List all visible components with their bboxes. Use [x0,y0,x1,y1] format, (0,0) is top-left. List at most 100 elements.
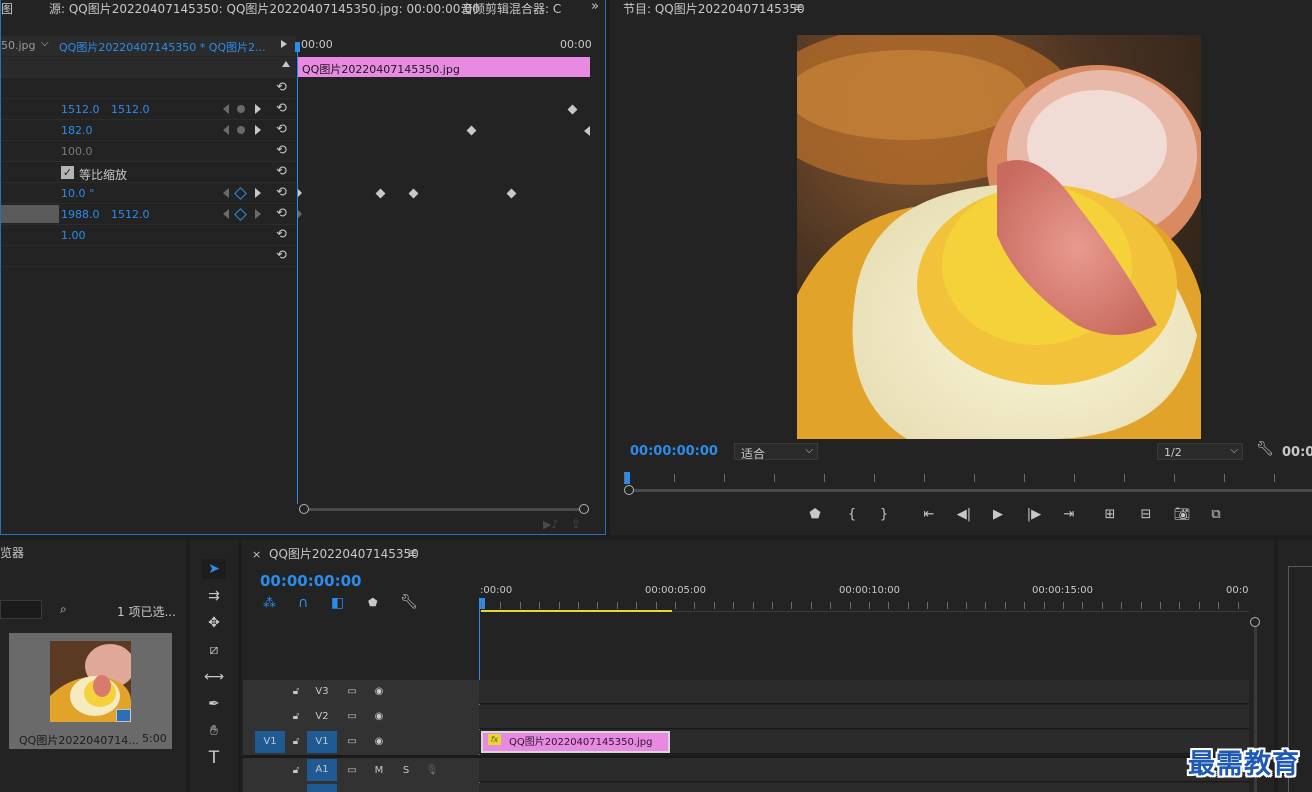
add-keyframe-icon[interactable] [237,105,245,113]
next-keyframe-icon[interactable] [255,104,261,114]
type-tool-icon[interactable]: T [202,748,226,768]
linked-selection-icon[interactable]: ◧ [331,595,344,611]
keyframe-active-icon[interactable] [234,187,247,200]
program-title[interactable]: 节目: QQ图片20220407145350 [623,0,805,16]
mark-out-icon[interactable]: } [874,508,894,522]
toggle-sync-icon[interactable]: ▭ [344,761,360,781]
program-timecode[interactable]: 00:00:00:00 [630,444,718,459]
ripple-edit-tool-icon[interactable]: ✥ [202,613,226,633]
source-patch-v1[interactable]: V1 [255,731,285,753]
keyframe-marker[interactable] [567,104,578,115]
snap-icon[interactable]: ∩ [298,595,308,611]
comparison-view-icon[interactable]: ⧉ [1206,508,1226,522]
position-x-value[interactable]: 1512.0 [61,103,100,116]
lock-icon[interactable]: 🔓︎ [289,761,303,781]
next-keyframe-icon[interactable] [255,209,261,219]
next-keyframe-icon[interactable] [255,125,261,135]
program-ruler[interactable] [624,473,1312,485]
solo-button[interactable]: S [399,761,413,781]
reset-icon[interactable]: ⟲ [276,123,287,136]
uniform-scale-checkbox[interactable]: ✓ [61,166,74,179]
add-marker-icon[interactable]: ⬟ [368,596,378,609]
more-panels-icon[interactable]: » [591,0,599,14]
ec-timeline-ruler[interactable] [297,36,591,56]
export-frame-icon[interactable]: 📷︎ [1172,508,1192,522]
mute-button[interactable]: M [372,761,386,781]
program-zoom-scrollbar[interactable] [630,489,1312,492]
program-zoom-handle[interactable] [624,485,634,495]
timeline-settings-icon[interactable]: 🔧︎ [400,594,418,610]
anchor-y-value[interactable]: 1512.0 [111,208,150,221]
step-forward-icon[interactable]: |▶ [1024,508,1044,522]
reset-icon[interactable]: ⟲ [276,102,287,115]
tab-audio-mixer[interactable]: 音频剪辑混合器: C [461,0,569,16]
mark-in-icon[interactable]: { [842,508,862,522]
close-sequence-icon[interactable]: × [252,548,261,561]
track-a1-label[interactable]: A1 [307,759,337,781]
rotation-value[interactable]: 10.0 ° [61,187,95,200]
keyframe-marker[interactable] [375,188,386,199]
sequence-tab[interactable]: QQ图片20220407145350 [269,545,419,561]
track-v3-label[interactable]: V3 [309,682,335,702]
prev-keyframe-icon[interactable] [223,209,229,219]
panel-menu-icon[interactable]: ≡ [407,546,417,560]
find-icon[interactable]: ⌕ [60,602,67,617]
project-title[interactable]: 览器 [0,544,24,560]
ec-zoom-handle-left[interactable] [299,504,309,514]
track-v2-label[interactable]: V2 [309,707,335,727]
timeline-playhead-handle[interactable] [479,598,485,609]
play-icon[interactable]: ▶ [988,508,1008,522]
keyframe-offscreen-marker[interactable] [584,126,590,136]
track-v1-label[interactable]: V1 [307,731,337,753]
position-y-value[interactable]: 1512.0 [111,103,150,116]
scale-value[interactable]: 182.0 [61,124,93,137]
microphone-icon[interactable]: 🎙︎ [425,761,439,781]
pen-tool-icon[interactable]: ✒ [202,694,226,714]
prev-keyframe-icon[interactable] [223,188,229,198]
play-triangle-icon[interactable] [281,40,287,48]
flicker-value[interactable]: 1.00 [61,229,86,242]
add-marker-icon[interactable]: ⬟ [805,508,825,522]
eye-icon[interactable]: ◉ [371,707,387,727]
reset-icon[interactable]: ⟲ [276,249,287,262]
extract-icon[interactable]: ⊟ [1136,508,1156,522]
video-frame[interactable] [797,35,1201,439]
resolution-select[interactable]: 1/2 ⌵ [1157,443,1243,460]
panel-menu-icon[interactable]: ≡ [793,0,803,14]
reset-icon[interactable]: ⟲ [276,186,287,199]
eye-icon[interactable]: ◉ [371,682,387,702]
sequence-clip-selector[interactable]: QQ图片20220407145350 * QQ图片2... [59,39,269,55]
keyframe-edge-marker[interactable] [298,189,302,197]
go-to-in-icon[interactable]: ⇤ [919,508,939,522]
keyframe-marker[interactable] [466,125,477,136]
prev-keyframe-icon[interactable] [223,104,229,114]
ec-playhead-handle[interactable] [295,42,300,52]
tab-stub-left[interactable]: 图 [1,0,13,16]
go-to-out-icon[interactable]: ⇥ [1059,508,1079,522]
track-select-tool-icon[interactable]: ⇉ [202,586,226,606]
ec-zoom-scrollbar[interactable] [304,508,584,511]
slip-tool-icon[interactable]: ⟷ [202,667,226,687]
timeline-timecode[interactable]: 00:00:00:00 [260,572,362,590]
prev-keyframe-icon[interactable] [223,125,229,135]
reset-icon[interactable]: ⟲ [276,81,287,94]
selection-tool-icon[interactable]: ➤ [202,559,226,579]
fit-select[interactable]: 适合 ⌵ [734,443,818,461]
reset-icon[interactable]: ⟲ [276,144,287,157]
keyframe-edge-marker[interactable] [298,210,302,218]
tab-source[interactable]: 源: QQ图片20220407145350: QQ图片2022040714535… [49,0,480,16]
next-keyframe-icon[interactable] [255,188,261,198]
toggle-sync-icon[interactable]: ▭ [344,682,360,702]
razor-tool-icon[interactable]: ⧄ [202,640,226,660]
keyframe-marker[interactable] [408,188,419,199]
collapse-up-icon[interactable] [282,61,290,67]
chevron-down-icon[interactable]: ⌵ [41,38,49,49]
ec-zoom-handle-right[interactable] [579,504,589,514]
step-back-icon[interactable]: ◀| [954,508,974,522]
keyframe-marker[interactable] [506,188,517,199]
reset-icon[interactable]: ⟲ [276,165,287,178]
toggle-sync-icon[interactable]: ▭ [344,732,360,752]
lock-icon[interactable]: 🔓︎ [289,732,303,752]
lock-icon[interactable]: 🔓︎ [289,707,303,727]
anchor-x-value[interactable]: 1988.0 [61,208,100,221]
